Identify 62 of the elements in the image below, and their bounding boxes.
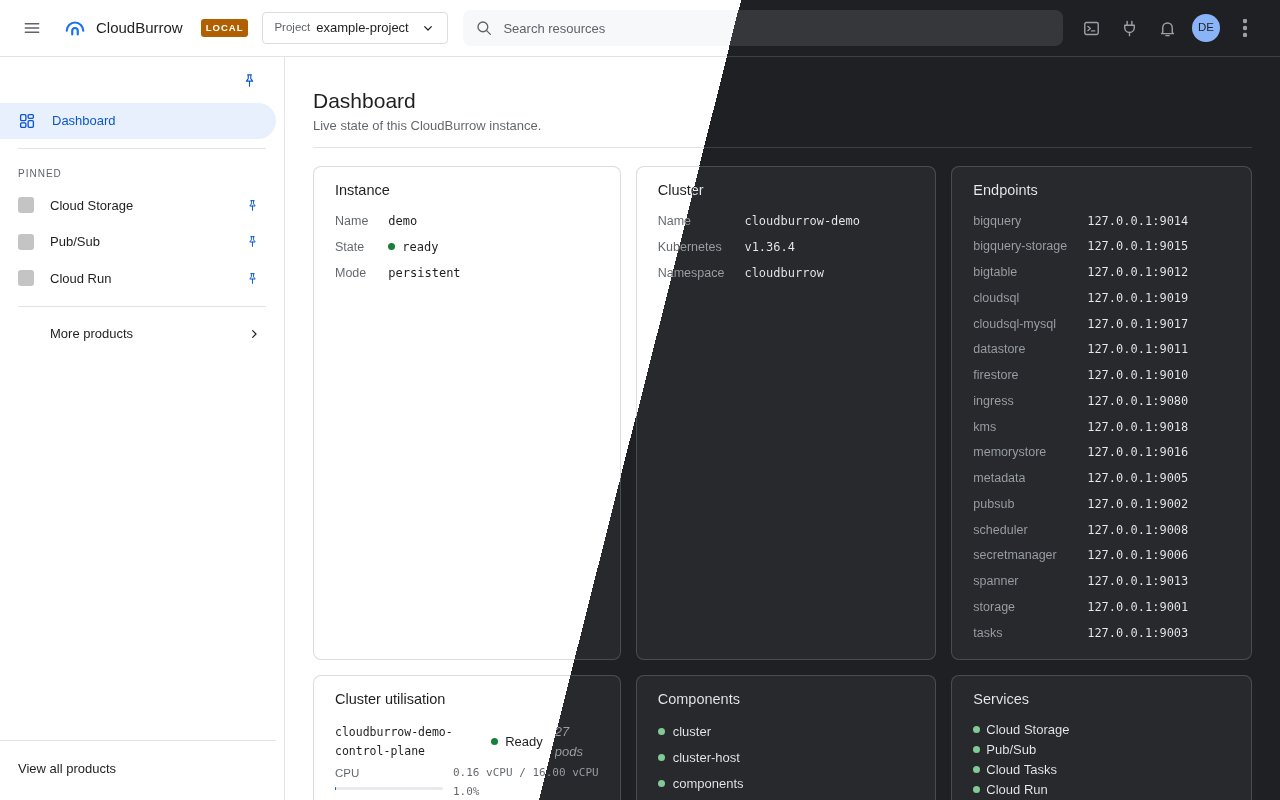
- endpoint-address: 127.0.0.1:9080: [1087, 393, 1189, 408]
- endpoint-address: 127.0.0.1:9014: [1087, 213, 1189, 228]
- search-icon: [475, 19, 494, 37]
- field-label: State: [335, 239, 365, 254]
- endpoint-name: cloudsql: [973, 290, 1020, 305]
- endpoint-address: 127.0.0.1:9013: [1087, 574, 1189, 588]
- status-dot: [657, 754, 665, 761]
- metric-percent: 1.0%: [453, 784, 480, 798]
- status-dot: [973, 766, 981, 773]
- endpoint-name: scheduler: [973, 522, 1028, 537]
- environment-badge: LOCAL: [200, 18, 249, 38]
- endpoint-name: metadata: [973, 471, 1026, 485]
- product-icon: [18, 270, 34, 287]
- sidebar-item[interactable]: Dashboard: [0, 103, 276, 139]
- endpoint-address: 127.0.0.1:9002: [1087, 496, 1189, 511]
- endpoint-address: 127.0.0.1:9012: [1087, 265, 1189, 279]
- endpoint-address: 127.0.0.1:9008: [1087, 522, 1189, 537]
- endpoint-address: 127.0.0.1:9003: [1087, 625, 1189, 640]
- endpoint-name: cloudsql-mysql: [973, 316, 1056, 331]
- endpoint-address: 127.0.0.1:9018: [1087, 419, 1189, 434]
- dashboard-icon: [18, 112, 36, 130]
- field-label: Name: [335, 213, 369, 228]
- product-icon: [18, 197, 34, 214]
- card-title: Services: [973, 690, 1029, 707]
- status-dot: [491, 738, 499, 745]
- endpoint-address: 127.0.0.1:9001: [1087, 599, 1189, 614]
- search-field[interactable]: Search resources: [463, 10, 1064, 46]
- user-avatar[interactable]: DE: [1192, 14, 1220, 42]
- status-dot: [657, 780, 665, 787]
- status-dot: [973, 786, 981, 793]
- endpoint-name: memorystore: [973, 445, 1047, 460]
- sidebar-item[interactable]: Cloud Storage: [50, 195, 134, 215]
- endpoint-name: ingress: [973, 393, 1014, 408]
- card-title: Endpoints: [973, 181, 1038, 198]
- endpoint-name: storage: [973, 599, 1016, 614]
- endpoint-name: bigquery-storage: [973, 239, 1068, 254]
- endpoint-name: firestore: [973, 368, 1019, 382]
- card-title: Cluster utilisation: [335, 690, 446, 707]
- field-label: Mode: [335, 265, 367, 280]
- sidebar-item[interactable]: Pub/Sub: [50, 232, 100, 252]
- endpoint-address: 127.0.0.1:9005: [1087, 471, 1189, 485]
- app-title: CloudBurrow: [96, 17, 183, 38]
- endpoint-name: kms: [973, 419, 997, 434]
- status-dot: [973, 746, 981, 753]
- section-heading: PINNED: [17, 167, 63, 181]
- endpoint-address: 127.0.0.1:9010: [1087, 368, 1189, 382]
- endpoint-address: 127.0.0.1:9019: [1087, 290, 1189, 305]
- endpoint-name: bigtable: [973, 265, 1018, 279]
- endpoint-name: secretmanager: [973, 548, 1057, 563]
- more-products-link[interactable]: More products: [50, 323, 134, 344]
- status-dot: [973, 726, 981, 733]
- product-icon: [18, 233, 34, 250]
- project-picker[interactable]: Project example-project: [262, 12, 449, 44]
- status-dot: [657, 728, 665, 735]
- metric-label: CPU: [335, 766, 360, 779]
- endpoint-name: bigquery: [973, 213, 1022, 228]
- more-icon: [1243, 19, 1247, 37]
- sidebar-item[interactable]: Cloud Run: [50, 268, 112, 288]
- view-all-products-link[interactable]: View all products: [18, 760, 117, 776]
- endpoint-address: 127.0.0.1:9017: [1087, 316, 1189, 331]
- status-dot: [388, 243, 396, 250]
- endpoint-name: tasks: [973, 625, 1003, 640]
